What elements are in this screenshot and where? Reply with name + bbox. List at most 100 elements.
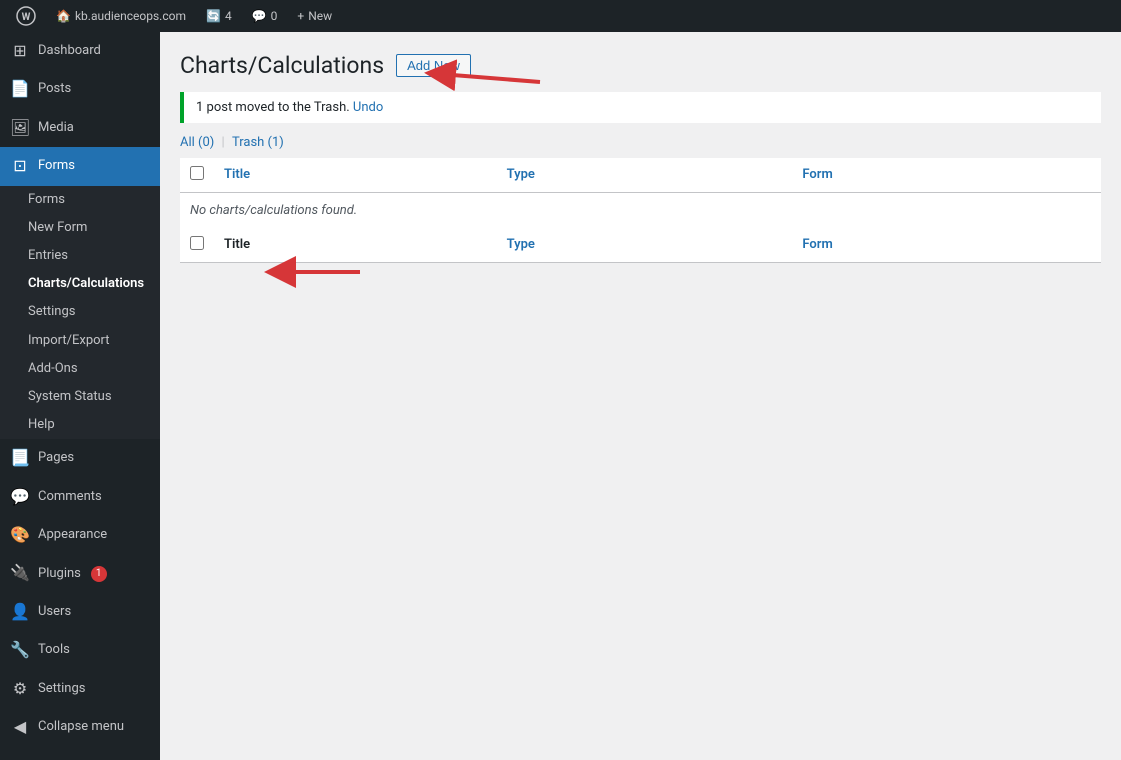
filter-bar: All (0) | Trash (1) — [180, 135, 1101, 150]
submenu-label: New Form — [28, 219, 87, 237]
select-all-footer-checkbox[interactable] — [190, 236, 204, 250]
type-footer-header[interactable]: Type — [497, 228, 793, 263]
forms-icon: ⊡ — [10, 155, 30, 177]
submenu-label: System Status — [28, 388, 112, 406]
forms-submenu: Forms New Form Entries Charts/Calculatio… — [0, 186, 160, 440]
sidebar-item-posts[interactable]: 📄 Posts — [0, 70, 160, 108]
submenu-item-import-export[interactable]: Import/Export — [0, 327, 160, 355]
submenu-item-new-form[interactable]: New Form — [0, 214, 160, 242]
wp-logo-item[interactable]: W — [8, 0, 44, 32]
new-content-link[interactable]: + New — [289, 0, 340, 32]
all-filter-link[interactable]: All (0) — [180, 135, 214, 150]
submenu-label: Charts/Calculations — [28, 275, 144, 293]
sidebar-item-label: Dashboard — [38, 42, 101, 60]
trash-filter-link[interactable]: Trash (1) — [232, 135, 284, 150]
charts-table: Title Type Form No charts/calculations f… — [180, 158, 1101, 263]
sidebar-item-label: Users — [38, 603, 71, 621]
trash-notice: 1 post moved to the Trash. Undo — [180, 92, 1101, 123]
users-icon: 👤 — [10, 601, 30, 623]
update-count: 4 — [225, 9, 232, 23]
sidebar-item-label: Pages — [38, 449, 74, 467]
type-column-header[interactable]: Type — [497, 158, 793, 193]
submenu-label: Entries — [28, 247, 68, 265]
submenu-label: Forms — [28, 191, 65, 209]
sidebar-item-dashboard[interactable]: ⊞ Dashboard — [0, 32, 160, 70]
sidebar-item-collapse[interactable]: ◀ Collapse menu — [0, 708, 160, 746]
submenu-item-entries[interactable]: Entries — [0, 242, 160, 270]
comments-link[interactable]: 💬 0 — [244, 0, 286, 32]
plugins-badge: 1 — [91, 566, 107, 582]
updates-icon: 🔄 — [206, 9, 221, 23]
title-footer-label: Title — [224, 237, 250, 252]
settings-icon: ⚙ — [10, 678, 30, 700]
submenu-item-help[interactable]: Help — [0, 411, 160, 439]
sidebar-item-forms[interactable]: ⊡ Forms — [0, 147, 160, 185]
sidebar-item-label: Collapse menu — [38, 718, 124, 736]
comments-nav-icon: 💬 — [10, 486, 30, 508]
page-title: Charts/Calculations — [180, 52, 384, 80]
form-column-header[interactable]: Form — [792, 158, 1101, 193]
title-footer-header[interactable]: Title — [214, 228, 497, 263]
sidebar-item-comments[interactable]: 💬 Comments — [0, 478, 160, 516]
type-footer-label: Type — [507, 237, 535, 252]
main-content: Charts/Calculations Add New 1 post moved… — [160, 32, 1121, 760]
empty-message: No charts/calculations found. — [180, 192, 1101, 228]
comment-count: 0 — [271, 9, 278, 23]
sidebar-item-pages[interactable]: 📃 Pages — [0, 439, 160, 477]
sidebar-item-label: Plugins — [38, 565, 81, 583]
plus-icon: + — [297, 9, 304, 23]
pages-icon: 📃 — [10, 447, 30, 469]
sidebar-item-plugins[interactable]: 🔌 Plugins 1 — [0, 554, 160, 592]
page-header: Charts/Calculations Add New — [180, 52, 1101, 80]
sidebar-item-label: Media — [38, 119, 74, 137]
empty-row: No charts/calculations found. — [180, 192, 1101, 228]
home-icon: 🏠 — [56, 9, 71, 23]
sidebar-item-label: Forms — [38, 157, 75, 175]
submenu-item-system-status[interactable]: System Status — [0, 383, 160, 411]
type-header-label: Type — [507, 167, 535, 182]
submenu-item-settings[interactable]: Settings — [0, 298, 160, 326]
form-footer-header[interactable]: Form — [792, 228, 1101, 263]
select-all-footer-column — [180, 228, 214, 263]
select-all-column — [180, 158, 214, 193]
sidebar: ⊞ Dashboard 📄 Posts 🖼 Media ⊡ Forms Form… — [0, 32, 160, 760]
submenu-item-forms[interactable]: Forms — [0, 186, 160, 214]
submenu-label: Import/Export — [28, 332, 110, 350]
updates-link[interactable]: 🔄 4 — [198, 0, 240, 32]
add-new-button[interactable]: Add New — [396, 54, 471, 77]
sidebar-item-label: Appearance — [38, 526, 107, 544]
wordpress-icon: W — [16, 6, 36, 26]
table-body: No charts/calculations found. — [180, 192, 1101, 228]
submenu-item-charts[interactable]: Charts/Calculations — [0, 270, 160, 298]
undo-link[interactable]: Undo — [353, 100, 383, 115]
site-link[interactable]: 🏠 kb.audienceops.com — [48, 0, 194, 32]
sidebar-item-label: Posts — [38, 80, 71, 98]
notice-text: 1 post moved to the Trash. — [196, 100, 350, 115]
filter-separator: | — [222, 135, 228, 150]
sidebar-item-media[interactable]: 🖼 Media — [0, 109, 160, 147]
dashboard-icon: ⊞ — [10, 40, 30, 62]
form-footer-label: Form — [802, 237, 832, 252]
sidebar-item-label: Tools — [38, 641, 70, 659]
sidebar-item-users[interactable]: 👤 Users — [0, 593, 160, 631]
sidebar-item-label: Settings — [38, 680, 85, 698]
sidebar-item-settings[interactable]: ⚙ Settings — [0, 670, 160, 708]
submenu-item-add-ons[interactable]: Add-Ons — [0, 355, 160, 383]
new-label: New — [308, 9, 332, 23]
posts-icon: 📄 — [10, 78, 30, 100]
plugins-icon: 🔌 — [10, 562, 30, 584]
submenu-label: Add-Ons — [28, 360, 78, 378]
appearance-icon: 🎨 — [10, 524, 30, 546]
select-all-checkbox[interactable] — [190, 166, 204, 180]
media-icon: 🖼 — [10, 117, 30, 139]
collapse-icon: ◀ — [10, 716, 30, 738]
table-header: Title Type Form — [180, 158, 1101, 193]
comments-icon: 💬 — [252, 9, 267, 23]
sidebar-item-tools[interactable]: 🔧 Tools — [0, 631, 160, 669]
table-footer: Title Type Form — [180, 228, 1101, 263]
sidebar-item-appearance[interactable]: 🎨 Appearance — [0, 516, 160, 554]
site-url: kb.audienceops.com — [75, 9, 186, 23]
title-column-header[interactable]: Title — [214, 158, 497, 193]
admin-bar: W 🏠 kb.audienceops.com 🔄 4 💬 0 + New — [0, 0, 1121, 32]
svg-text:W: W — [22, 12, 31, 23]
